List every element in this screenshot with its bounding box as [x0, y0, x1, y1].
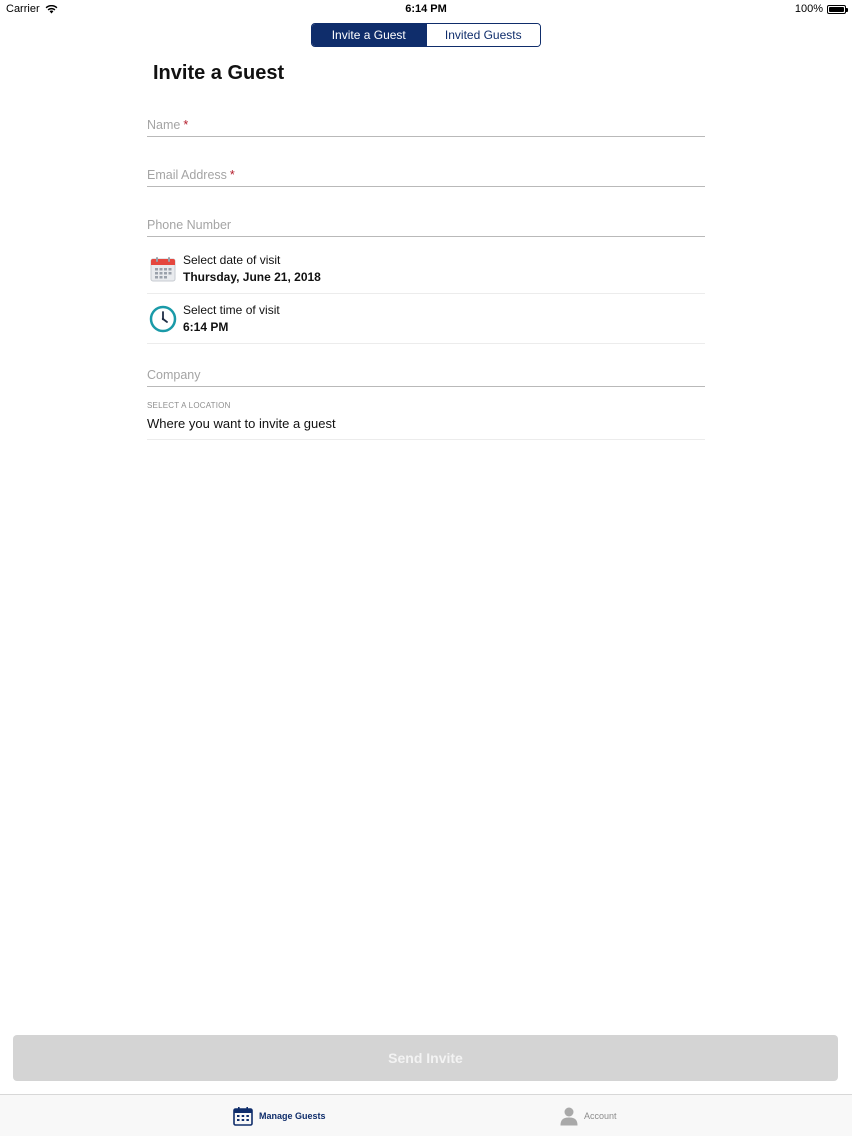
calendar-icon — [233, 1107, 253, 1126]
email-placeholder: Email Address * — [147, 168, 235, 182]
time-picker-row[interactable]: Select time of visit 6:14 PM — [147, 294, 705, 344]
clock-icon — [149, 305, 177, 333]
date-value: Thursday, June 21, 2018 — [183, 270, 321, 284]
page-title: Invite a Guest — [153, 62, 285, 84]
tab-bar: Manage Guests Account — [0, 1094, 852, 1136]
tab-account-label: Account — [584, 1111, 617, 1121]
location-selector[interactable]: SELECT A LOCATION Where you want to invi… — [147, 398, 705, 440]
send-invite-button[interactable]: Send Invite — [13, 1035, 838, 1081]
location-value: Where you want to invite a guest — [147, 416, 336, 431]
time-caption: Select time of visit — [183, 303, 280, 317]
battery-indicator: 100% — [794, 3, 848, 15]
status-bar: Carrier 6:14 PM 100% — [0, 0, 852, 18]
company-field[interactable]: Company — [147, 357, 705, 387]
required-marker: * — [229, 168, 235, 182]
tab-invited-guests[interactable]: Invited Guests — [425, 24, 540, 46]
date-picker-row[interactable]: Select date of visit Thursday, June 21, … — [147, 244, 705, 294]
tab-manage-guests-label: Manage Guests — [259, 1111, 326, 1121]
tab-invite-a-guest[interactable]: Invite a Guest — [312, 24, 426, 46]
person-icon — [560, 1107, 578, 1126]
name-field[interactable]: Name * — [147, 107, 705, 137]
company-placeholder: Company — [147, 368, 201, 382]
phone-field[interactable]: Phone Number — [147, 207, 705, 237]
name-placeholder: Name * — [147, 118, 189, 132]
location-caption: SELECT A LOCATION — [147, 401, 231, 410]
time-value: 6:14 PM — [183, 320, 229, 334]
email-field[interactable]: Email Address * — [147, 157, 705, 187]
guest-segmented-control: Invite a Guest Invited Guests — [311, 23, 541, 47]
phone-placeholder: Phone Number — [147, 218, 232, 232]
date-caption: Select date of visit — [183, 253, 281, 267]
battery-percent: 100% — [794, 3, 823, 15]
battery-icon — [827, 4, 848, 14]
required-marker: * — [183, 118, 189, 132]
tab-account[interactable]: Account — [560, 1095, 617, 1136]
calendar-icon — [150, 257, 176, 282]
tab-manage-guests[interactable]: Manage Guests — [233, 1095, 326, 1136]
status-time: 6:14 PM — [405, 3, 447, 15]
